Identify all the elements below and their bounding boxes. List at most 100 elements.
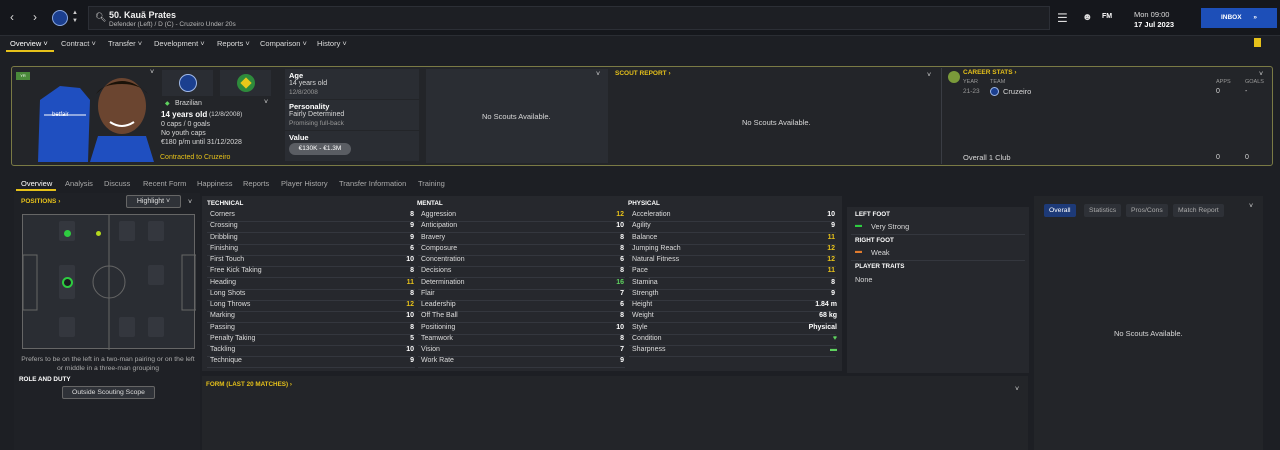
subtab-overview[interactable]: Overview	[21, 179, 52, 188]
attr-name-strength[interactable]: Strength	[632, 290, 658, 297]
menu-icon[interactable]: ☰	[1057, 11, 1068, 25]
attr-name-tackling[interactable]: Tackling	[210, 346, 235, 353]
menu-comparison[interactable]: Comparison ˅	[260, 39, 307, 48]
positions-title[interactable]: POSITIONS ›	[21, 198, 60, 205]
attr-name-finishing[interactable]: Finishing	[210, 245, 238, 252]
position-dot-accomplished[interactable]	[96, 231, 101, 236]
career-row-team[interactable]: Cruzeiro	[1003, 87, 1031, 96]
forward-button[interactable]: ›	[33, 10, 37, 24]
scout-dropdown-chevron-icon[interactable]: ˅	[596, 71, 600, 78]
subtab-transfer-information[interactable]: Transfer Information	[339, 179, 406, 188]
fm-logo-button[interactable]: FM	[1102, 13, 1112, 20]
club-crest-icon[interactable]	[52, 10, 68, 26]
attr-name-marking[interactable]: Marking	[210, 312, 235, 319]
career-chevron-icon[interactable]: ˅	[1259, 71, 1263, 78]
pos-cell[interactable]	[59, 317, 75, 337]
subtab-happiness[interactable]: Happiness	[197, 179, 232, 188]
menu-overview[interactable]: Overview ˅	[10, 39, 48, 48]
subtab-discuss[interactable]: Discuss	[104, 179, 130, 188]
attr-name-penalty-taking[interactable]: Penalty Taking	[210, 335, 255, 342]
attr-name-heading[interactable]: Heading	[210, 279, 236, 286]
attr-name-decisions[interactable]: Decisions	[421, 267, 451, 274]
attr-name-height[interactable]: Height	[632, 301, 652, 308]
position-dot-natural[interactable]	[64, 230, 71, 237]
up-down-arrows-icon[interactable]: ▲ ▼	[72, 9, 78, 25]
value-range-pill[interactable]: €130K - €1.3M	[289, 143, 351, 155]
pos-cell[interactable]	[119, 221, 135, 241]
back-button[interactable]: ‹	[10, 10, 14, 24]
attr-name-anticipation[interactable]: Anticipation	[421, 222, 457, 229]
subtab-player-history[interactable]: Player History	[281, 179, 328, 188]
nation-flag-box[interactable]	[220, 70, 271, 96]
attr-name-long-shots[interactable]: Long Shots	[210, 290, 245, 297]
side-tab-overall[interactable]: Overall	[1044, 204, 1076, 217]
attr-name-style[interactable]: Style	[632, 324, 648, 331]
attr-name-natural-fitness[interactable]: Natural Fitness	[632, 256, 679, 263]
highlight-dropdown[interactable]: Highlight ˅	[126, 195, 181, 208]
subtab-recent-form[interactable]: Recent Form	[143, 179, 186, 188]
attr-name-concentration[interactable]: Concentration	[421, 256, 465, 263]
attr-name-work-rate[interactable]: Work Rate	[421, 357, 454, 364]
career-stats-title[interactable]: CAREER STATS ›	[963, 69, 1017, 76]
info-dropdown-chevron-icon[interactable]: ˅	[264, 99, 268, 106]
attr-name-composure[interactable]: Composure	[421, 245, 457, 252]
positions-chevron-icon[interactable]: ˅	[188, 199, 192, 206]
position-dot-current[interactable]	[62, 277, 73, 288]
search-bar[interactable]: 🔍︎ 50. Kauã Prates Defender (Left) / D (…	[88, 6, 1050, 30]
menu-development[interactable]: Development ˅	[154, 39, 205, 48]
attr-name-first-touch[interactable]: First Touch	[210, 256, 244, 263]
skull-icon[interactable]: ☻	[1082, 12, 1093, 23]
side-tab-pros-cons[interactable]: Pros/Cons	[1126, 204, 1168, 217]
subtab-analysis[interactable]: Analysis	[65, 179, 93, 188]
attr-name-aggression[interactable]: Aggression	[421, 211, 456, 218]
contract-status[interactable]: Contracted to Cruzeiro	[160, 154, 230, 161]
attr-name-bravery[interactable]: Bravery	[421, 234, 445, 241]
attr-name-condition[interactable]: Condition	[632, 335, 662, 342]
inbox-button[interactable]: INBOX »	[1201, 8, 1277, 28]
date-time[interactable]: Mon 09:00	[1134, 10, 1169, 19]
bookmark-icon[interactable]	[1254, 38, 1261, 47]
attr-name-off-the-ball[interactable]: Off The Ball	[421, 312, 458, 319]
attr-name-free-kick-taking[interactable]: Free Kick Taking	[210, 267, 262, 274]
menu-contract[interactable]: Contract ˅	[61, 39, 96, 48]
attr-name-vision[interactable]: Vision	[421, 346, 440, 353]
attr-name-acceleration[interactable]: Acceleration	[632, 211, 671, 218]
pos-cell[interactable]	[148, 317, 164, 337]
pos-cell[interactable]	[148, 221, 164, 241]
attr-name-determination[interactable]: Determination	[421, 279, 465, 286]
menu-history[interactable]: History ˅	[317, 39, 347, 48]
attr-name-crossing[interactable]: Crossing	[210, 222, 238, 229]
attr-name-flair[interactable]: Flair	[421, 290, 435, 297]
outside-scouting-scope-button[interactable]: Outside Scouting Scope	[62, 386, 155, 399]
pos-cell[interactable]	[148, 265, 164, 285]
date-day[interactable]: 17 Jul 2023	[1134, 20, 1174, 29]
attr-name-dribbling[interactable]: Dribbling	[210, 234, 238, 241]
attr-name-teamwork[interactable]: Teamwork	[421, 335, 453, 342]
side-tab-match-report[interactable]: Match Report	[1173, 204, 1224, 217]
attr-name-sharpness[interactable]: Sharpness	[632, 346, 665, 353]
form-chevron-icon[interactable]: ˅	[1015, 386, 1019, 393]
attr-name-weight[interactable]: Weight	[632, 312, 654, 319]
menu-reports[interactable]: Reports ˅	[217, 39, 250, 48]
attr-name-positioning[interactable]: Positioning	[421, 324, 455, 331]
photo-dropdown-chevron-icon[interactable]: ˅	[150, 69, 154, 76]
attr-name-pace[interactable]: Pace	[632, 267, 648, 274]
attr-name-passing[interactable]: Passing	[210, 324, 235, 331]
menu-transfer[interactable]: Transfer ˅	[108, 39, 142, 48]
attr-name-balance[interactable]: Balance	[632, 234, 657, 241]
attr-name-technique[interactable]: Technique	[210, 357, 242, 364]
attr-name-jumping-reach[interactable]: Jumping Reach	[632, 245, 681, 252]
side-panel-chevron-icon[interactable]: ˅	[1249, 203, 1253, 210]
form-title[interactable]: FORM (LAST 20 MATCHES) ›	[206, 381, 292, 388]
pos-cell[interactable]	[119, 317, 135, 337]
attr-name-agility[interactable]: Agility	[632, 222, 651, 229]
subtab-reports[interactable]: Reports	[243, 179, 269, 188]
attr-name-corners[interactable]: Corners	[210, 211, 235, 218]
scout-report-chevron-icon[interactable]: ˅	[927, 72, 931, 79]
side-tab-statistics[interactable]: Statistics	[1084, 204, 1122, 217]
subtab-training[interactable]: Training	[418, 179, 445, 188]
club-crest-box[interactable]	[162, 70, 213, 96]
attr-name-leadership[interactable]: Leadership	[421, 301, 456, 308]
attr-name-long-throws[interactable]: Long Throws	[210, 301, 250, 308]
attr-name-stamina[interactable]: Stamina	[632, 279, 658, 286]
